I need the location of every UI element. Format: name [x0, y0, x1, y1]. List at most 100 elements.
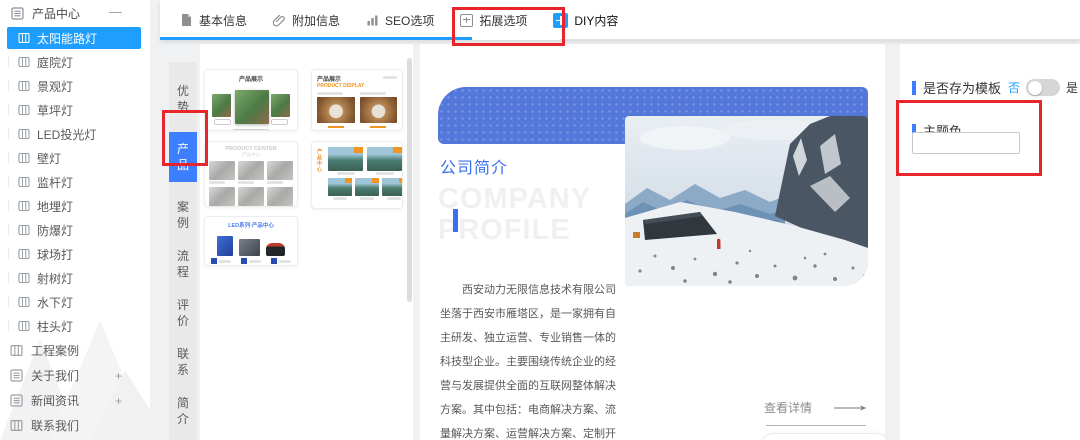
view-details-underline [766, 425, 866, 426]
sidebar-item-label: 监杆灯 [37, 174, 73, 191]
sidebar-item-contact-us[interactable]: 联系我们 [0, 413, 150, 438]
template-card-product-center[interactable]: PRODUCT CENTER · 产品中心 · [204, 141, 298, 207]
thumbnail-image [235, 90, 269, 124]
sidebar-item-label: 柱头灯 [37, 318, 73, 335]
module-tab-contact[interactable]: 联系 [176, 346, 190, 378]
list-icon [10, 369, 23, 382]
tab-label: 拓展选项 [479, 12, 527, 29]
tree-guide [8, 200, 9, 212]
sidebar-item[interactable]: 防爆灯 [0, 218, 150, 242]
module-tab-advantage[interactable]: 优势 [176, 83, 190, 115]
collapse-icon[interactable]: — [109, 4, 122, 19]
sidebar-item-label: 防爆灯 [37, 222, 73, 239]
plus-square-blue-icon [553, 13, 568, 28]
tree-guide [8, 248, 9, 260]
tab-label: DIY内容 [574, 12, 618, 29]
sidebar-item-label: 球场打 [37, 246, 73, 263]
module-tab-product[interactable]: 产品 [169, 132, 197, 182]
template-card-side-label: 产品中心 [317, 149, 324, 173]
thumbnail-image [266, 243, 285, 256]
sidebar-item[interactable]: 射树灯 [0, 266, 150, 290]
sidebar-item[interactable]: 球场打 [0, 242, 150, 266]
sidebar-item-label: 景观灯 [37, 78, 73, 95]
toggle-on-label: 是 [1066, 79, 1078, 96]
template-card-subtitle: PRODUCT DISPLAY [317, 83, 364, 89]
chart-icon [366, 14, 379, 27]
sidebar-item-project-cases[interactable]: 工程案例 [0, 338, 150, 363]
tree-guide [8, 296, 9, 308]
expand-icon[interactable]: + [115, 394, 122, 408]
tabbar-active-underline [160, 37, 472, 40]
thumbnail-button [271, 119, 288, 125]
thumbnail-image [317, 97, 355, 123]
sidebar-item[interactable]: 监杆灯 [0, 170, 150, 194]
template-card-plants[interactable]: 产品展示 [204, 69, 298, 131]
diy-preview-panel: COMPANY PROFILE 公司简介 [420, 44, 885, 440]
thumbnail-image [360, 97, 398, 123]
sidebar-item[interactable]: 庭院灯 [0, 50, 150, 74]
content-tabbar: 基本信息 附加信息 SEO选项 拓展选项 DIY内容 [160, 0, 1080, 40]
thumbnail-image [267, 161, 293, 180]
thumbnail-button [328, 126, 344, 128]
module-tab-cases[interactable]: 案例 [176, 199, 190, 231]
tree-guide [8, 152, 9, 164]
save-template-toggle[interactable] [1026, 79, 1060, 96]
thumbnail-image [271, 94, 290, 117]
table-icon [18, 104, 30, 116]
thumbnail-scrollbar[interactable] [407, 58, 412, 302]
tree-guide [8, 104, 9, 116]
tab-expand-options[interactable]: 拓展选项 [460, 12, 527, 29]
sidebar-item-label: 联系我们 [31, 417, 79, 434]
template-card-subtitle [205, 83, 297, 89]
tabbar-border [560, 39, 1080, 40]
tab-basic-info[interactable]: 基本信息 [180, 12, 247, 29]
sidebar-item[interactable]: 景观灯 [0, 74, 150, 98]
module-tab-strip: 优势 产品 案例 流程 评价 联系 简介 我的模板 [169, 62, 197, 440]
diy-content-editor-screen: 产品中心 — 太阳能路灯 庭院灯 景观灯 草坪灯 LED投光灯 壁灯 监杆灯 地… [0, 0, 1080, 440]
thumbnail-image [239, 239, 260, 256]
tab-extra-info[interactable]: 附加信息 [273, 12, 340, 29]
sidebar-item-news[interactable]: 新闻资讯+ [0, 388, 150, 413]
sidebar-group-product-center[interactable]: 产品中心 — [0, 0, 150, 26]
sidebar-item-label: 草坪灯 [37, 102, 73, 119]
thumbnail-button [214, 119, 231, 125]
template-card-food[interactable]: 产品展示 PRODUCT DISPLAY [311, 69, 403, 131]
sidebar-item[interactable]: 壁灯 [0, 146, 150, 170]
sidebar-item[interactable]: 柱头灯 [0, 314, 150, 338]
sidebar-item-about-us[interactable]: 关于我们 + [0, 363, 150, 388]
table-icon [18, 224, 30, 236]
expand-icon[interactable]: + [115, 369, 122, 383]
tree-guide [8, 56, 9, 68]
template-card-subtitle: · 产品中心 · [205, 152, 297, 158]
settings-panel: 是否存为模板 否 是 主题色 [900, 44, 1080, 440]
sidebar-item[interactable]: 水下灯 [0, 290, 150, 314]
sidebar-item-solar-street-light[interactable]: 太阳能路灯 [0, 26, 150, 50]
sidebar-item-label: 关于我们 [31, 367, 79, 384]
title-accent-bar [453, 209, 458, 232]
sidebar-item[interactable]: 草坪灯 [0, 98, 150, 122]
template-card-gallery[interactable]: 产品中心 [311, 141, 403, 209]
module-tab-process[interactable]: 流程 [176, 248, 190, 280]
paperclip-icon [273, 14, 286, 27]
template-card-title: LED系列·产品中心 [205, 221, 297, 229]
sidebar-item-label: 太阳能路灯 [37, 30, 97, 47]
template-card-led-series[interactable]: LED系列·产品中心 [204, 216, 298, 266]
tab-diy-content[interactable]: DIY内容 [553, 12, 618, 29]
module-tab-review[interactable]: 评价 [176, 297, 190, 329]
table-icon [18, 320, 30, 332]
ghost-title: COMPANY PROFILE [438, 184, 591, 246]
table-icon [18, 32, 30, 44]
sidebar-item[interactable]: 地埋灯 [0, 194, 150, 218]
sidebar-item-label: 工程案例 [31, 342, 79, 359]
tab-seo-options[interactable]: SEO选项 [366, 12, 434, 29]
view-details-link[interactable]: 查看详情 [764, 399, 870, 416]
table-icon [18, 56, 30, 68]
module-tab-profile[interactable]: 简介 [176, 395, 190, 427]
theme-color-input[interactable] [912, 132, 1020, 154]
sidebar-item[interactable]: LED投光灯 [0, 122, 150, 146]
thumbnail-image [209, 187, 235, 206]
save-as-template-label: 是否存为模板 [923, 78, 1001, 97]
table-icon [10, 344, 23, 357]
table-icon [18, 128, 30, 140]
thumbnail-pill-button [231, 129, 271, 131]
